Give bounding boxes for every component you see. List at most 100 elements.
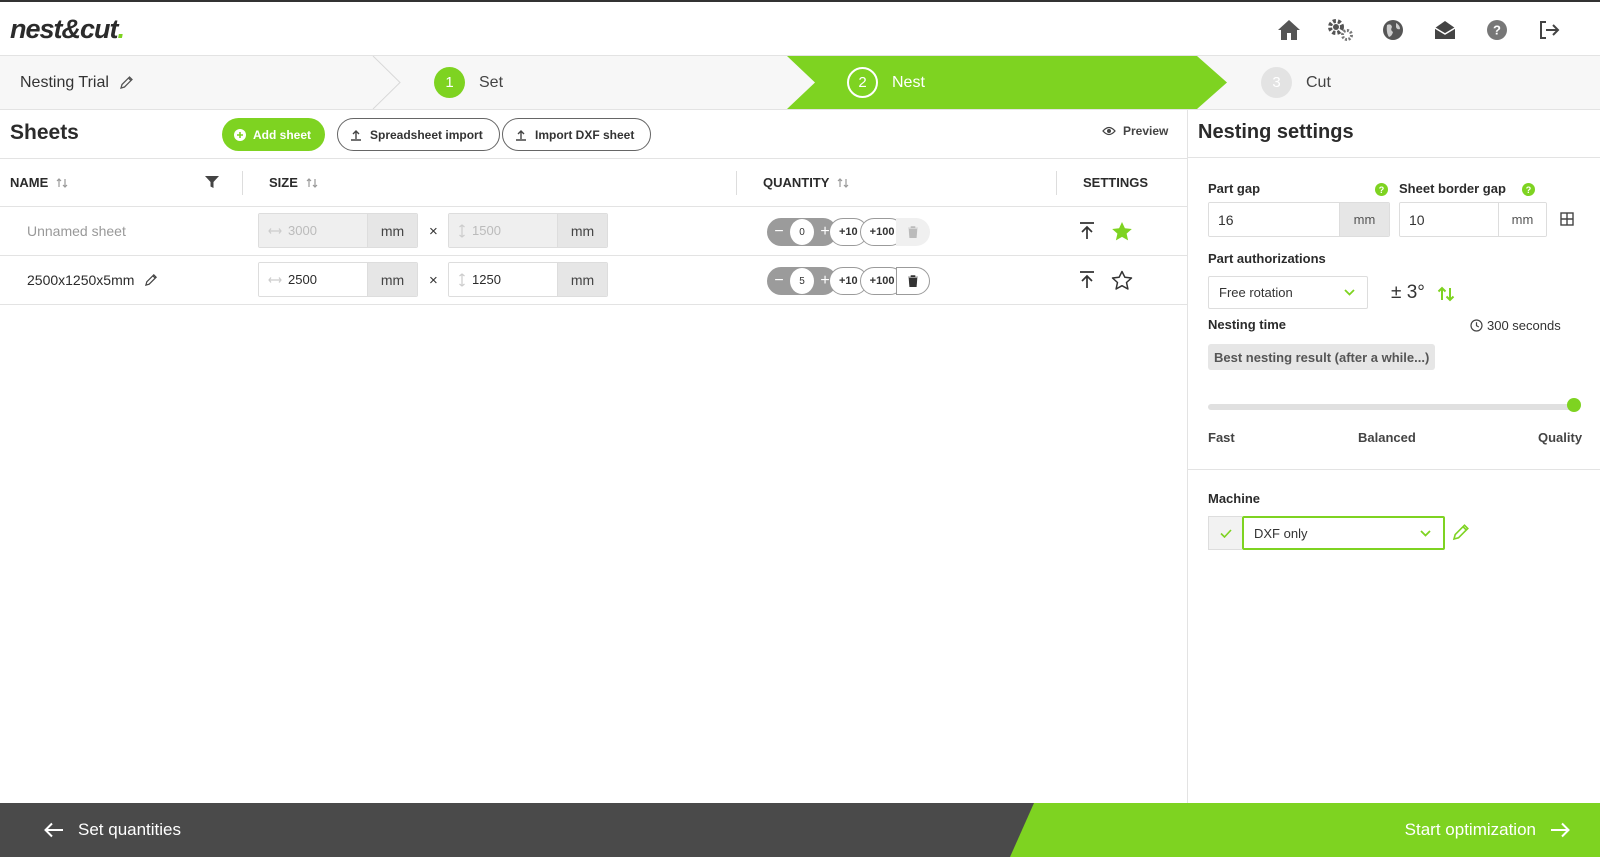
vertical-arrows-icon (459, 272, 465, 287)
preview-toggle[interactable]: Preview (1102, 124, 1168, 138)
move-to-top-icon[interactable] (1079, 256, 1095, 304)
footer-bar: Set quantities Start optimization (0, 803, 1600, 857)
horizontal-arrows-icon (268, 227, 282, 234)
part-gap-input[interactable]: 16 mm (1208, 202, 1390, 237)
sheet-name: 2500x1250x5mm (27, 256, 158, 304)
slider-label-fast: Fast (1208, 430, 1235, 445)
sort-icon (306, 177, 318, 188)
sort-icon (838, 177, 849, 188)
divider (1188, 469, 1600, 470)
pencil-icon[interactable] (1452, 523, 1470, 541)
set-quantities-button[interactable]: Set quantities (44, 803, 181, 857)
help-icon[interactable]: ? (1482, 15, 1512, 45)
machine-label: Machine (1208, 491, 1261, 506)
check-icon (1219, 528, 1232, 538)
grid-icon[interactable] (1560, 212, 1574, 226)
trash-icon[interactable] (896, 218, 931, 246)
step-separator (372, 56, 401, 109)
slider-thumb[interactable] (1567, 398, 1581, 412)
eye-icon (1102, 126, 1116, 136)
add-sheet-button[interactable]: Add sheet (222, 118, 326, 151)
settings-icon[interactable] (1326, 15, 1356, 45)
nesting-mode-chip: Best nesting result (after a while...) (1208, 344, 1436, 370)
star-outline-icon[interactable] (1111, 256, 1133, 304)
star-filled-icon[interactable] (1111, 207, 1133, 255)
move-to-top-icon[interactable] (1079, 207, 1095, 255)
sheets-title: Sheets (10, 121, 79, 144)
nesting-seconds: 300 seconds (1470, 318, 1561, 333)
decrement-button[interactable]: − (768, 268, 790, 294)
slider-label-quality: Quality (1538, 430, 1583, 445)
divider (1188, 157, 1600, 158)
swap-vertical-icon[interactable] (1437, 286, 1455, 302)
column-size[interactable]: SIZE (269, 159, 318, 206)
edit-icon[interactable] (119, 75, 134, 90)
horizontal-arrows-icon (268, 276, 282, 283)
start-optimization-button[interactable]: Start optimization (1405, 803, 1570, 857)
border-gap-input[interactable]: 10 mm (1399, 202, 1547, 237)
width-field[interactable]: 2500 mm (258, 262, 418, 297)
clock-icon (1470, 319, 1483, 332)
column-quantity[interactable]: QUANTITY (763, 159, 849, 206)
sheet-name: Unnamed sheet (27, 223, 126, 239)
column-divider (1056, 171, 1057, 195)
sort-icon (56, 177, 68, 188)
nesting-quality-slider[interactable] (1208, 404, 1574, 410)
border-gap-label: Sheet border gap (1399, 181, 1506, 196)
table-header: NAME SIZE QUANTITY SETTINGS (0, 158, 1187, 207)
rotation-select[interactable]: Free rotation (1208, 276, 1368, 309)
edit-icon[interactable] (144, 273, 158, 287)
filter-icon[interactable] (205, 176, 219, 189)
part-gap-label: Part gap (1208, 181, 1261, 196)
top-icons: ? (1274, 15, 1564, 45)
column-settings: SETTINGS (1083, 175, 1149, 190)
step-cut[interactable]: 3 Cut (1261, 56, 1331, 109)
width-field[interactable]: 3000 mm (258, 213, 418, 248)
nesting-settings-title: Nesting settings (1198, 121, 1354, 143)
arrow-left-icon (44, 822, 63, 838)
mail-icon[interactable] (1430, 15, 1460, 45)
machine-status (1208, 516, 1242, 550)
times-sign: × (429, 271, 438, 289)
slider-label-balanced: Balanced (1358, 430, 1416, 445)
logout-icon[interactable] (1534, 15, 1564, 45)
chevron-down-icon (1420, 529, 1431, 537)
upload-icon (351, 129, 361, 141)
spreadsheet-import-button[interactable]: Spreadsheet import (337, 118, 500, 151)
quantity-stepper: − 0 + +10 +100 (767, 218, 931, 246)
column-divider (736, 171, 737, 195)
globe-icon[interactable] (1378, 15, 1408, 45)
rotation-tolerance[interactable]: ± 3° (1391, 282, 1425, 304)
times-sign: × (429, 222, 438, 240)
step-set[interactable]: 1 Set (434, 56, 503, 109)
part-authorizations-label: Part authorizations (1208, 251, 1326, 266)
help-icon[interactable]: ? (1375, 183, 1388, 196)
vertical-arrows-icon (459, 223, 465, 238)
trash-icon[interactable] (896, 267, 931, 295)
chevron-down-icon (1344, 289, 1355, 296)
panel-divider (1187, 110, 1188, 803)
column-name[interactable]: NAME (10, 159, 68, 206)
logo[interactable]: nest&cut. (10, 14, 125, 45)
height-field[interactable]: 1250 mm (448, 262, 608, 297)
decrement-button[interactable]: − (768, 219, 790, 245)
column-divider (242, 171, 243, 195)
machine-select[interactable]: DXF only (1242, 516, 1445, 550)
project-name[interactable]: Nesting Trial (20, 56, 134, 109)
top-bar: nest&cut. ? (0, 0, 1600, 55)
step-nest[interactable]: 2 Nest (847, 56, 925, 109)
nesting-time-label: Nesting time (1208, 317, 1287, 332)
import-dxf-button[interactable]: Import DXF sheet (502, 118, 652, 151)
quantity-value[interactable]: 5 (790, 268, 814, 294)
plus-circle-icon (234, 128, 246, 141)
svg-text:?: ? (1493, 23, 1501, 38)
home-icon[interactable] (1274, 15, 1304, 45)
quantity-stepper: − 5 + +10 +100 (767, 267, 931, 295)
help-icon[interactable]: ? (1522, 183, 1535, 196)
table-row[interactable]: 2500x1250x5mm 2500 mm × 1250 mm − 5 + +1… (0, 256, 1187, 305)
table-row[interactable]: Unnamed sheet 3000 mm × 1500 mm − 0 + +1… (0, 207, 1187, 256)
footer-green-panel (1010, 803, 1600, 857)
height-field[interactable]: 1500 mm (448, 213, 608, 248)
quantity-value[interactable]: 0 (790, 219, 814, 245)
upload-icon (516, 129, 526, 141)
